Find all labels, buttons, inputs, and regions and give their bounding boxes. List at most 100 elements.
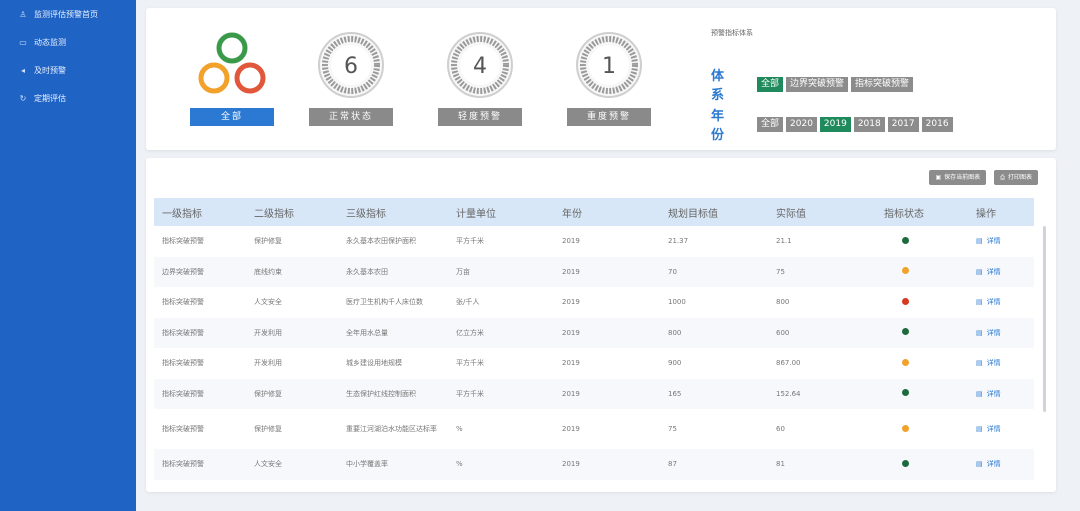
table-cell: 平方千米 (456, 359, 484, 368)
table-cell: 165 (668, 389, 682, 398)
detail-link[interactable]: ▤ 详情 (976, 329, 1001, 337)
status-indicator-icon (902, 358, 909, 366)
detail-link[interactable]: ▤ 详情 (976, 268, 1001, 276)
table-cell: 2019 (562, 267, 580, 276)
table-cell: 600 (776, 328, 790, 337)
document-icon: ▤ (976, 389, 983, 398)
table-cell: 保护修复 (254, 425, 282, 433)
sidebar-item-label: 动态监测 (34, 37, 66, 47)
system-chip-boundary[interactable]: 边界突破预警 (786, 76, 849, 92)
table-cell: 边界突破预警 (162, 267, 204, 276)
year-chip-2016[interactable]: 2016 (921, 116, 953, 132)
operation-cell: ▤ 详情 (968, 379, 1034, 410)
summary-panel: 全部 6 正常状态 4 轻度预警 1 重度预警 预警指标体系 体 系 全部 边界… (146, 8, 1056, 150)
operation-cell: ▤ 详情 (968, 318, 1034, 349)
sidebar-item-warning[interactable]: ◂ 及时预警 (0, 56, 136, 84)
sound-icon: ◂ (20, 65, 25, 75)
system-filter-label: 体 系 (711, 69, 731, 103)
table-cell: 867.00 (776, 359, 801, 368)
system-chip-indicator[interactable]: 指标突破预警 (851, 76, 914, 92)
document-icon: ▤ (976, 359, 983, 368)
monitor-icon: ▭ (19, 37, 27, 47)
table-cell: 亿立方米 (456, 328, 484, 337)
sidebar-item-label: 定期评估 (34, 93, 66, 103)
indicator-table-panel: ▣ 保存当前图表 ⎙ 打印图表 一级指标 二级指标 三级指标 计量单位 年份 规划目… (146, 158, 1056, 492)
document-icon: ▤ (976, 460, 983, 469)
year-chip-2020[interactable]: 2020 (786, 116, 817, 132)
table-cell: 指标突破预警 (162, 389, 204, 398)
table-cell: 21.1 (776, 237, 792, 246)
mild-warning-button[interactable]: 轻度预警 (438, 108, 522, 126)
print-icon: ⎙ (1000, 174, 1005, 181)
table-cell: 2019 (562, 359, 580, 368)
sidebar-item-monitoring[interactable]: ▭ 动态监测 (0, 28, 136, 56)
normal-status-button[interactable]: 正常状态 (309, 108, 393, 126)
year-chip-2019[interactable]: 2019 (819, 116, 851, 132)
table-cell: 全年用水总量 (346, 328, 388, 337)
table-cell: 永久基本农田保护面积 (346, 237, 416, 246)
status-cell (876, 348, 968, 379)
table-cell: 152.64 (776, 389, 801, 398)
table-cell: 2019 (562, 460, 580, 469)
detail-link[interactable]: ▤ 详情 (976, 390, 1001, 398)
table-cell: 万亩 (456, 267, 470, 276)
column-header: 规划目标值 (668, 208, 718, 220)
table-cell: 指标突破预警 (162, 328, 204, 337)
severe-warning-button[interactable]: 重度预警 (567, 108, 651, 126)
all-button[interactable]: 全部 (190, 108, 274, 126)
table-cell: 开发利用 (254, 328, 282, 337)
status-indicator-icon (902, 297, 909, 305)
system-title: 预警指标体系 (711, 29, 753, 37)
column-header: 计量单位 (456, 208, 496, 220)
status-cell (876, 409, 968, 449)
sidebar: ♙ 监测评估预警首页 ▭ 动态监测 ◂ 及时预警 ↻ 定期评估 (0, 0, 136, 511)
document-icon: ▤ (976, 425, 983, 433)
table-cell: 保护修复 (254, 237, 282, 246)
table-cell: 人文安全 (254, 298, 282, 307)
table-header-row: 一级指标 二级指标 三级指标 计量单位 年份 规划目标值 实际值 指标状态 操作 (154, 198, 1034, 226)
detail-link[interactable]: ▤ 详情 (976, 425, 1001, 433)
table-cell: 2019 (562, 425, 580, 433)
detail-link[interactable]: ▤ 详情 (976, 359, 1001, 367)
severe-gauge: 1 (576, 32, 642, 98)
operation-cell: ▤ 详情 (968, 409, 1034, 449)
table-cell: 70 (668, 267, 677, 276)
column-header: 指标状态 (884, 208, 924, 220)
table-cell: 城乡建设用地规模 (346, 359, 402, 368)
table-row: 指标突破预警 开发利用 城乡建设用地规模 平方千米 2019 900 867.00 ▤ 详情 (154, 348, 1034, 379)
table-cell: 指标突破预警 (162, 237, 204, 246)
save-chart-button[interactable]: ▣ 保存当前图表 (929, 170, 987, 185)
year-chip-2018[interactable]: 2018 (853, 116, 885, 132)
detail-link[interactable]: ▤ 详情 (976, 298, 1001, 306)
document-icon: ▤ (976, 237, 983, 246)
document-icon: ▤ (976, 328, 983, 337)
sidebar-item-home[interactable]: ♙ 监测评估预警首页 (0, 0, 136, 28)
print-chart-button[interactable]: ⎙ 打印图表 (994, 170, 1038, 185)
table-scrollbar[interactable] (1043, 226, 1046, 412)
column-header: 实际值 (776, 208, 806, 220)
table-cell: 800 (776, 298, 790, 307)
system-chip-all[interactable]: 全部 (757, 76, 784, 92)
save-icon: ▣ (935, 174, 942, 181)
table-cell: 2019 (562, 389, 580, 398)
column-header: 年份 (562, 208, 582, 220)
year-chip-2017[interactable]: 2017 (887, 116, 919, 132)
table-cell: % (456, 425, 463, 433)
indicator-table: 一级指标 二级指标 三级指标 计量单位 年份 规划目标值 实际值 指标状态 操作… (154, 198, 1034, 480)
table-toolbar: ▣ 保存当前图表 ⎙ 打印图表 (921, 170, 1038, 185)
operation-cell: ▤ 详情 (968, 257, 1034, 288)
table-cell: 中小学覆盖率 (346, 460, 388, 469)
detail-link[interactable]: ▤ 详情 (976, 460, 1001, 468)
sidebar-item-evaluation[interactable]: ↻ 定期评估 (0, 84, 136, 112)
year-chip-all[interactable]: 全部 (757, 116, 784, 132)
table-cell: 75 (668, 425, 677, 433)
normal-count: 6 (344, 54, 358, 79)
table-cell: 2019 (562, 237, 580, 246)
column-header: 一级指标 (162, 208, 202, 220)
all-stat: 全部 (184, 30, 280, 126)
table-row: 指标突破预警 人文安全 医疗卫生机构千人床位数 张/千人 2019 1000 800 ▤ 详情 (154, 287, 1034, 318)
normal-stat: 6 正常状态 (303, 30, 399, 126)
table-cell: 底线约束 (254, 267, 282, 276)
table-cell: 生态保护红线控制面积 (346, 389, 416, 398)
detail-link[interactable]: ▤ 详情 (976, 237, 1001, 245)
